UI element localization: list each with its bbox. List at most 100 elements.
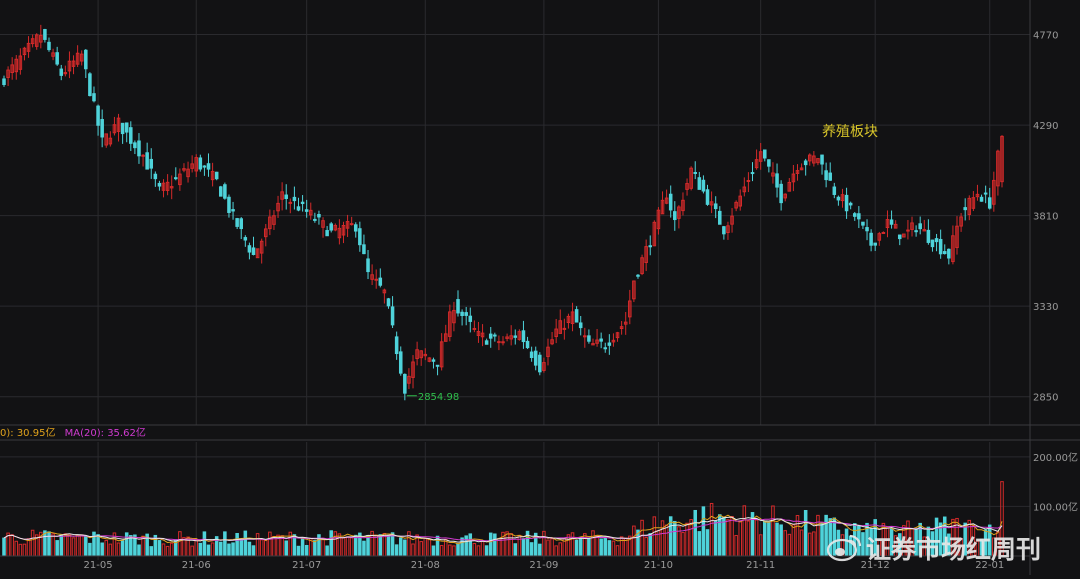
- candle-body: [2, 78, 6, 86]
- candle-body: [497, 341, 501, 344]
- candle-body: [607, 342, 612, 346]
- candle-body: [852, 213, 857, 217]
- volume-bar: [394, 544, 399, 557]
- candle-body: [533, 350, 538, 366]
- candle-body: [247, 245, 252, 253]
- candle-body: [836, 196, 841, 201]
- volume-bar: [59, 534, 64, 557]
- candle-body: [869, 232, 873, 246]
- candle-body: [231, 209, 235, 212]
- candle-body: [47, 41, 51, 51]
- candle-body: [223, 184, 227, 199]
- candle-body: [313, 218, 317, 221]
- candle-body: [705, 189, 710, 205]
- candle-body: [963, 207, 967, 211]
- price-tick-label: 3810: [1033, 212, 1058, 223]
- candle-body: [145, 152, 149, 170]
- candle-body: [713, 203, 718, 210]
- candle-body: [599, 338, 603, 342]
- candle-body: [219, 186, 223, 197]
- volume-bar: [763, 521, 767, 557]
- candle-body: [824, 170, 828, 181]
- candle-body: [235, 218, 239, 227]
- candle-body: [767, 159, 771, 167]
- candle-body: [947, 248, 951, 259]
- volume-bar: [247, 541, 252, 557]
- candle-body: [583, 335, 587, 338]
- candle-body: [292, 196, 297, 202]
- candle-body: [43, 29, 47, 40]
- volume-bar: [578, 537, 583, 557]
- candle-body: [636, 274, 640, 277]
- candle-body: [979, 196, 984, 202]
- volume-bar: [325, 545, 329, 557]
- volume-bar: [861, 532, 865, 557]
- candle-body: [378, 277, 383, 286]
- volume-bar: [202, 531, 207, 557]
- volume-bar: [398, 537, 403, 557]
- candle-body: [149, 158, 154, 169]
- candle-body: [525, 340, 530, 349]
- candle-body: [832, 186, 837, 195]
- candle-body: [84, 49, 88, 70]
- candle-body: [460, 311, 464, 317]
- candle-body: [214, 171, 219, 180]
- volume-bar: [493, 533, 497, 557]
- candle-body: [96, 105, 100, 126]
- candle-body: [157, 182, 162, 187]
- candle-body: [206, 163, 211, 170]
- candle-body: [844, 194, 849, 212]
- candle-body: [386, 298, 391, 307]
- candle-body: [137, 140, 141, 157]
- candle-body: [828, 172, 832, 181]
- price-tick-label: 3330: [1033, 302, 1058, 313]
- candle-body: [930, 239, 935, 248]
- volume-bar: [92, 531, 96, 557]
- volume-bar: [587, 537, 591, 557]
- candle-body: [129, 127, 133, 144]
- candle-body: [603, 347, 608, 350]
- volume-bar: [599, 538, 603, 557]
- volume-bar: [96, 534, 100, 557]
- volume-bar: [2, 537, 6, 557]
- candle-body: [92, 93, 96, 102]
- candle-body: [288, 201, 293, 204]
- svg-text:0): 30.95亿 MA: 0): 30.95亿 MA(20): 35.62亿: [0, 426, 146, 439]
- candle-body: [718, 210, 722, 225]
- candle-body: [325, 230, 329, 237]
- volume-bar: [100, 542, 104, 557]
- candle-body: [55, 52, 59, 65]
- candle-body: [529, 351, 534, 358]
- volume-bar: [538, 543, 542, 557]
- volume-bar: [353, 534, 358, 557]
- candle-body: [934, 238, 939, 243]
- candle-body: [358, 228, 362, 246]
- ma5-value: 30.95亿: [17, 426, 56, 439]
- candle-body: [124, 122, 129, 133]
- candle-body: [521, 330, 526, 343]
- time-tick-label: 21-10: [644, 560, 673, 571]
- candle-body: [578, 322, 583, 329]
- volume-bar: [362, 540, 366, 557]
- volume-bar: [386, 534, 391, 557]
- volume-bar: [223, 531, 227, 557]
- candle-body: [513, 335, 518, 338]
- ma5-prefix: 0):: [0, 428, 17, 439]
- candle-body: [141, 154, 145, 157]
- candle-body: [914, 230, 918, 233]
- volume-bar: [206, 544, 211, 557]
- candle-body: [398, 351, 403, 374]
- volume-bar: [697, 531, 702, 557]
- volume-bar: [713, 520, 718, 557]
- candle-body: [284, 194, 288, 200]
- volume-bar: [718, 514, 722, 557]
- volume-bar: [137, 544, 141, 557]
- candle-body: [100, 119, 104, 138]
- candle-body: [779, 183, 783, 204]
- volume-bar: [284, 540, 288, 557]
- candle-body: [374, 278, 378, 281]
- candle-body: [317, 214, 321, 218]
- candle-body: [861, 221, 865, 226]
- candle-body: [906, 229, 910, 232]
- volume-bar: [767, 521, 771, 557]
